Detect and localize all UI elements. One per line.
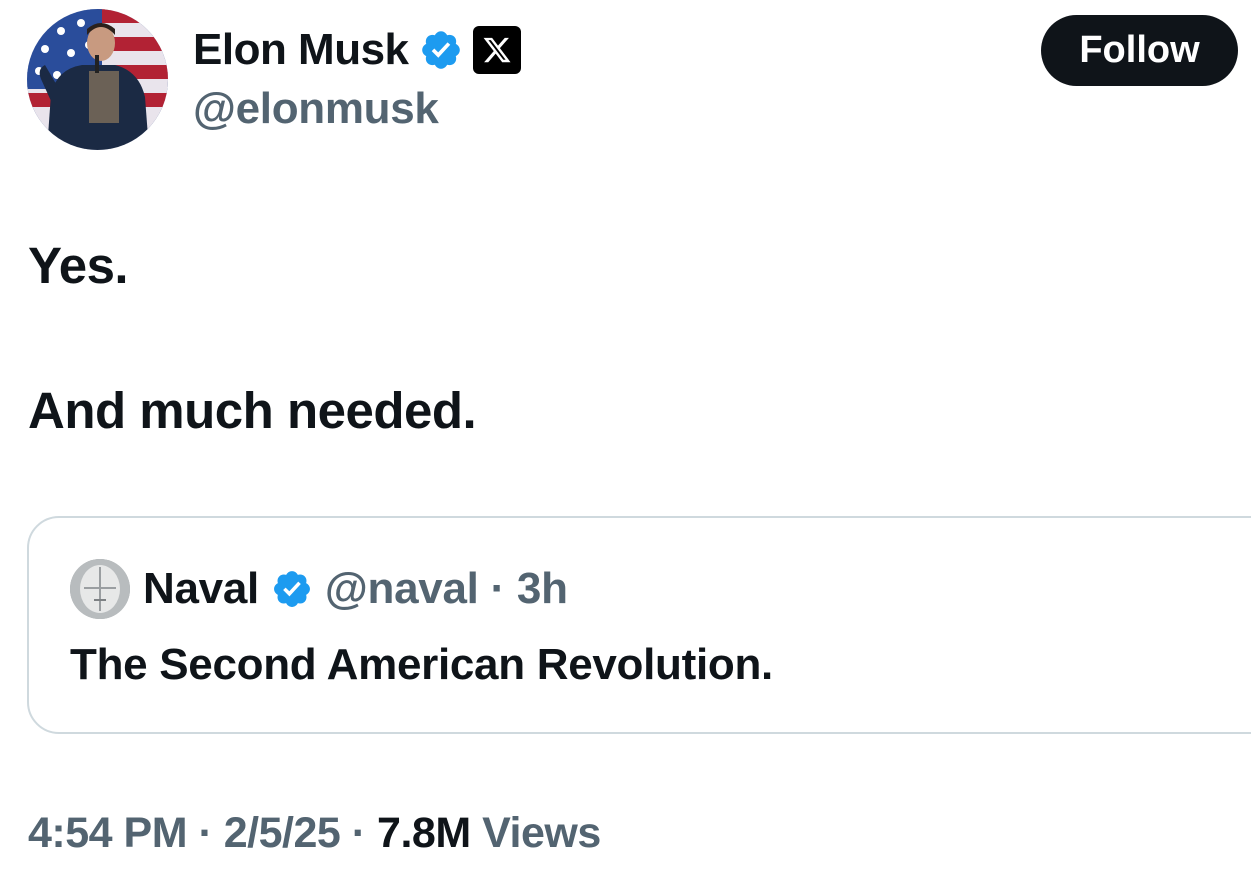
follow-button[interactable]: Follow [1041, 15, 1238, 86]
quoted-tweet-card[interactable]: Naval @naval · 3h The Second American Re… [27, 516, 1251, 734]
author-avatar[interactable] [27, 9, 168, 150]
quote-author-name[interactable]: Naval [143, 567, 259, 611]
robot-head-avatar-image [70, 559, 130, 619]
quote-header: Naval @naval · 3h [143, 560, 568, 618]
tweet-text-line-2: And much needed. [28, 382, 477, 439]
x-logo-glyph [483, 37, 511, 63]
quote-separator: · [490, 564, 506, 613]
meta-separator: · [198, 809, 213, 857]
quote-author-avatar[interactable] [70, 559, 130, 619]
author-handle[interactable]: @elonmusk [193, 84, 439, 133]
views-count[interactable]: 7.8M [377, 809, 471, 857]
person-avatar-image [27, 9, 168, 150]
quote-timestamp[interactable]: 3h [517, 567, 568, 611]
meta-separator: · [351, 809, 366, 857]
views-label[interactable]: Views [482, 809, 601, 857]
author-name[interactable]: Elon Musk [193, 28, 409, 72]
quote-author-handle[interactable]: @naval [325, 567, 479, 611]
author-name-row: Elon Musk [193, 22, 521, 78]
tweet-text-line-1: Yes. [28, 237, 129, 294]
quote-text: The Second American Revolution. [70, 640, 773, 689]
verified-badge-icon[interactable] [271, 568, 313, 610]
tweet-time[interactable]: 4:54 PM [28, 809, 188, 857]
verified-badge-icon[interactable] [419, 28, 463, 72]
tweet-date[interactable]: 2/5/25 [224, 809, 341, 857]
tweet-meta-row: 4:54 PM · 2/5/25 · 7.8M Views [28, 812, 601, 855]
x-logo-icon[interactable] [472, 26, 521, 74]
